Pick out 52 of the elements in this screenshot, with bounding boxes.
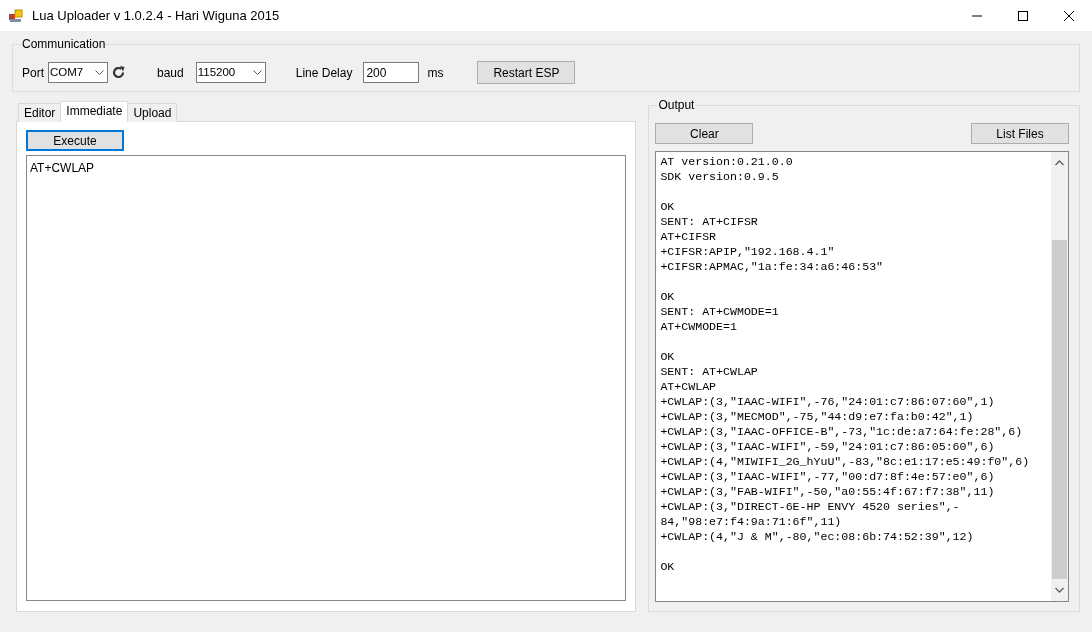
output-line: 84,"98:e7:f4:9a:71:6f",11)	[660, 514, 843, 529]
output-line: +CIFSR:APMAC,"1a:fe:34:a6:46:53"	[660, 259, 885, 274]
command-input[interactable]: AT+CWLAP	[26, 155, 627, 601]
output-line: +CIFSR:APIP,"192.168.4.1"	[660, 244, 836, 259]
scrollbar[interactable]	[1051, 152, 1068, 601]
output-line: +CWLAP:(3,"IAAC-WIFI",-77,"00:d7:8f:4e:57:e0",6)	[660, 469, 996, 484]
output-line: +CWLAP:(3,"IAAC-WIFI",-76,"24:01:c7:86:07:60",1)	[660, 394, 996, 409]
port-dropdown[interactable]: COM7	[48, 62, 108, 83]
baud-label: baud	[157, 64, 184, 82]
scrollbar-thumb[interactable]	[1052, 240, 1067, 579]
output-line: OK	[660, 289, 676, 304]
output-line: AT version:0.21.0.0	[660, 154, 794, 169]
unit-label: ms	[427, 64, 444, 82]
output-line: OK	[660, 559, 676, 574]
output-line: +CWLAP:(3,"IAAC-OFFICE-B",-73,"1c:de:a7:64:fe:28",6)	[660, 424, 1024, 439]
tab[interactable]: Upload	[127, 103, 178, 122]
dropdown-caret-icon	[95, 69, 104, 76]
group-title: Communication	[21, 37, 107, 51]
app-icon	[8, 7, 24, 24]
output-line: +CWLAP:(3,"DIRECT-6E-HP ENVY 4520 series",-	[660, 499, 961, 514]
scroll-down-icon[interactable]	[1055, 587, 1064, 593]
output-line: SENT: AT+CIFSR	[660, 214, 759, 229]
execute-button[interactable]: Execute	[26, 130, 124, 151]
output-line: AT+CWLAP	[660, 379, 718, 394]
refresh-icon[interactable]	[112, 66, 125, 79]
tab[interactable]: Immediate	[60, 101, 129, 122]
restart-button[interactable]: Restart ESP	[477, 61, 576, 84]
port-label: Port	[22, 64, 44, 82]
output-line: +CWLAP:(3,"MECMOD",-75,"44:d9:e7:fa:b0:42",1)	[660, 409, 975, 424]
dropdown-caret-icon	[252, 69, 262, 76]
output-line: +CWLAP:(4,"J & M",-80,"ec:08:6b:74:52:39",12)	[660, 529, 975, 544]
output-line: OK	[660, 349, 676, 364]
group-title: Output	[657, 98, 696, 112]
output-line: +CWLAP:(3,"FAB-WIFI",-50,"a0:55:4f:67:f7:38",11)	[660, 484, 996, 499]
baud-dropdown[interactable]: 115200	[195, 62, 266, 83]
output-line: SDK version:0.9.5	[660, 169, 780, 184]
close-icon	[1064, 10, 1074, 21]
line-delay-label: Line Delay	[295, 64, 353, 82]
output-line: OK	[660, 199, 676, 214]
line-delay-field[interactable]: 200	[363, 62, 420, 83]
output-line: SENT: AT+CWLAP	[660, 364, 759, 379]
output-line: AT+CWMODE=1	[660, 319, 738, 334]
tab[interactable]: Editor	[18, 103, 62, 122]
output-line: +CWLAP:(4,"MIWIFI_2G_hYuU",-83,"8c:e1:17:e5:49:f0",6)	[660, 454, 1031, 469]
output-line: AT+CIFSR	[660, 229, 718, 244]
output-line: SENT: AT+CWMODE=1	[660, 304, 780, 319]
window-title: Lua Uploader v 1.0.2.4 - Hari Wiguna 2015	[32, 6, 281, 25]
maximize-icon	[1018, 10, 1028, 21]
scroll-up-icon[interactable]	[1055, 160, 1064, 166]
clear-button[interactable]: Clear	[655, 123, 754, 144]
output-line: +CWLAP:(3,"IAAC-WIFI",-59,"24:01:c7:86:05:60",6)	[660, 439, 996, 454]
list-files-button[interactable]: List Files	[971, 123, 1069, 144]
